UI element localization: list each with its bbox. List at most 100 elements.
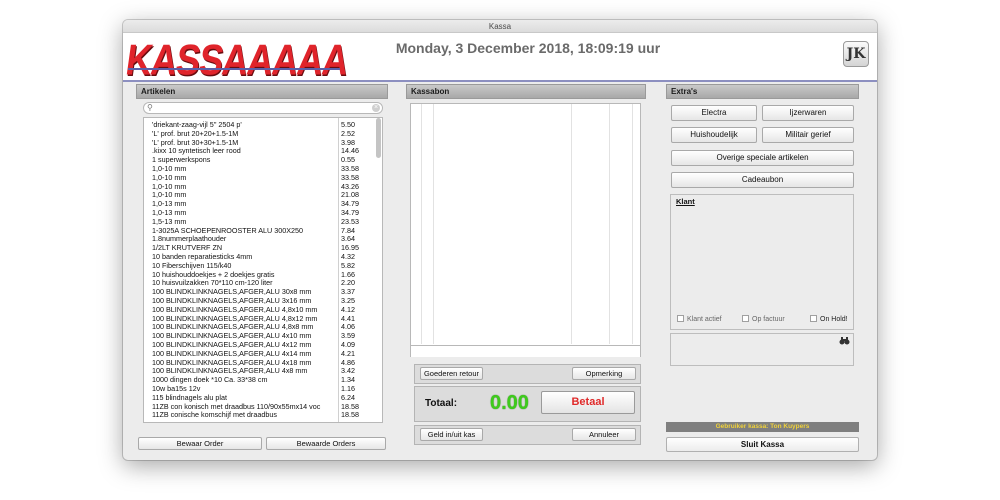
op-factuur-checkbox[interactable]: Op factuur [742,315,785,324]
article-price: 34.79 [341,208,359,217]
klant-notes-area[interactable] [670,333,854,366]
article-price: 33.58 [341,172,359,182]
return-goods-button[interactable]: Goederen retour [420,367,483,380]
article-name: 10 huisvuilzakken 70*110 cm-120 liter [152,278,273,288]
article-price: 23.53 [341,216,359,226]
save-order-button[interactable]: Bewaar Order [138,437,262,450]
article-name: 11ZB con konisch met draadbus 110/90x55m… [152,401,321,411]
article-name: 10 huishouddoekjes + 2 doekjes gratis [152,269,275,279]
article-name: 100 BLINDKLINKNAGELS,AFGER,ALU 4,8x8 mm [152,322,314,332]
app-logo-icon[interactable]: JK [843,41,869,67]
article-name: 1,0-10 mm [152,181,187,191]
article-price: 43.26 [341,181,359,191]
search-field[interactable]: ⚲ × [143,102,383,114]
logo-text: KASSAAAAA [123,35,352,85]
article-price: 1.66 [341,269,355,279]
article-name: 1/2LT KRUTVERF ZN [152,243,223,253]
total-label: Totaal: [425,398,458,409]
article-price: 4.21 [341,348,355,358]
checkbox-box[interactable] [677,315,684,322]
article-name: 10 Fiberschijven 115/k40 [152,260,232,270]
article-name: 100 BLINDKLINKNAGELS,AFGER,ALU 4x18 mm [152,357,312,367]
article-name: 100 BLINDKLINKNAGELS,AFGER,ALU 4x14 mm [152,348,312,358]
article-name: 100 BLINDKLINKNAGELS,AFGER,ALU 4x8 mm [152,366,308,376]
receipt-column-line [632,104,633,344]
checkbox-box[interactable] [742,315,749,322]
op-factuur-label: Op factuur [752,316,785,323]
header-divider [123,80,877,82]
article-price: 4.32 [341,252,355,261]
article-name: 11ZB conische komschijf met draadbus [152,410,277,420]
on-hold-checkbox[interactable]: On Hold! [810,315,848,324]
article-name: 'driekant-zaag-vijl 5'' 2504 p' [152,120,242,129]
article-name: 115 blindnagels alu plat [152,392,227,402]
article-name: 100 BLINDKLINKNAGELS,AFGER,ALU 4,8x12 mm [152,313,318,323]
receipt-table[interactable] [410,103,641,356]
overige-artikelen-button[interactable]: Overige speciale artikelen [671,150,854,166]
article-name: 1,0-10 mm [152,190,187,200]
article-price: 3.98 [341,137,355,147]
article-name: 100 BLINDKLINKNAGELS,AFGER,ALU 4,8x10 mm [152,304,318,314]
article-price: 3.25 [341,296,355,305]
receipt-column-line [571,104,572,344]
binoculars-icon[interactable] [839,336,850,345]
article-price: 2.52 [341,128,355,138]
pay-button[interactable]: Betaal [541,391,635,414]
article-price: 21.08 [341,190,359,200]
article-price: 7.84 [341,225,355,235]
article-price: 1.34 [341,375,355,385]
article-name: 1000 dingen doek *10 Ca. 33*38 cm [152,375,268,385]
receipt-column-line [421,104,422,344]
article-name: 1,0-10 mm [152,172,187,182]
extras-header: Extra's [666,84,859,99]
article-name: 1,0-13 mm [152,208,187,217]
user-status-bar: Gebruiker kassa: Ton Kuypers [666,422,859,432]
receipt-column-line [433,104,434,344]
checkbox-box[interactable] [810,315,817,322]
kassabon-header: Kassabon [406,84,646,99]
ijzerwaren-button[interactable]: Ijzerwaren [762,105,854,121]
article-name: 'L' prof. brut 20+20+1.5-1M [152,128,239,138]
search-icon: ⚲ [147,103,153,112]
klant-actief-checkbox[interactable]: Klant actief [677,315,722,324]
article-list[interactable]: 'driekant-zaag-vijl 5'' 2504 p' 5.50 'L' p… [143,117,383,423]
article-name: 1 superwerkspons [152,155,211,165]
article-price: 3.64 [341,234,355,244]
close-register-button[interactable]: Sluit Kassa [666,437,859,452]
search-input[interactable] [160,103,360,113]
article-name: 10 banden reparatiesticks 4mm [152,252,253,261]
article-price: 33.58 [341,164,359,173]
article-name: 100 BLINDKLINKNAGELS,AFGER,ALU 4x12 mm [152,340,312,349]
article-name: 1,5-13 mm [152,216,187,226]
article-price: 18.58 [341,401,359,411]
article-name: .kixx 10 syntetisch leer rood [152,146,241,156]
article-price: 16.95 [341,243,359,253]
article-name: 100 BLINDKLINKNAGELS,AFGER,ALU 4x10 mm [152,331,312,341]
article-price: 1.16 [341,384,355,393]
kassa-logo: KASSAAAAA [123,35,351,84]
electra-button[interactable]: Electra [671,105,757,121]
huishoudelijk-button[interactable]: Huishoudelijk [671,127,757,143]
saved-orders-button[interactable]: Bewaarde Orders [266,437,386,450]
article-price: 14.46 [341,146,359,156]
article-price: 4.86 [341,357,355,367]
cash-in-out-button[interactable]: Geld in/uit kas [420,428,483,441]
remark-button[interactable]: Opmerking [572,367,636,380]
window-titlebar: Kassa [123,20,877,33]
article-name: 1,0-10 mm [152,164,187,173]
klant-panel [670,194,854,330]
article-list-scrollbar[interactable] [376,118,381,158]
logo-underline [128,68,340,70]
cancel-button[interactable]: Annuleer [572,428,636,441]
clear-search-icon[interactable]: × [372,104,380,112]
article-price: 0.55 [341,155,355,165]
app-header: KASSAAAAA Monday, 3 December 2018, 18:09… [123,33,877,84]
article-price: 18.58 [341,410,359,420]
article-price: 3.59 [341,331,355,341]
article-name: 1-3025A SCHOEPENROOSTER ALU 300X250 [152,225,304,235]
receipt-column-line [609,104,610,344]
article-price: 5.50 [341,120,355,129]
article-price: 3.42 [341,366,355,376]
cadeaubon-button[interactable]: Cadeaubon [671,172,854,188]
militair-gerief-button[interactable]: Militair gerief [762,127,854,143]
